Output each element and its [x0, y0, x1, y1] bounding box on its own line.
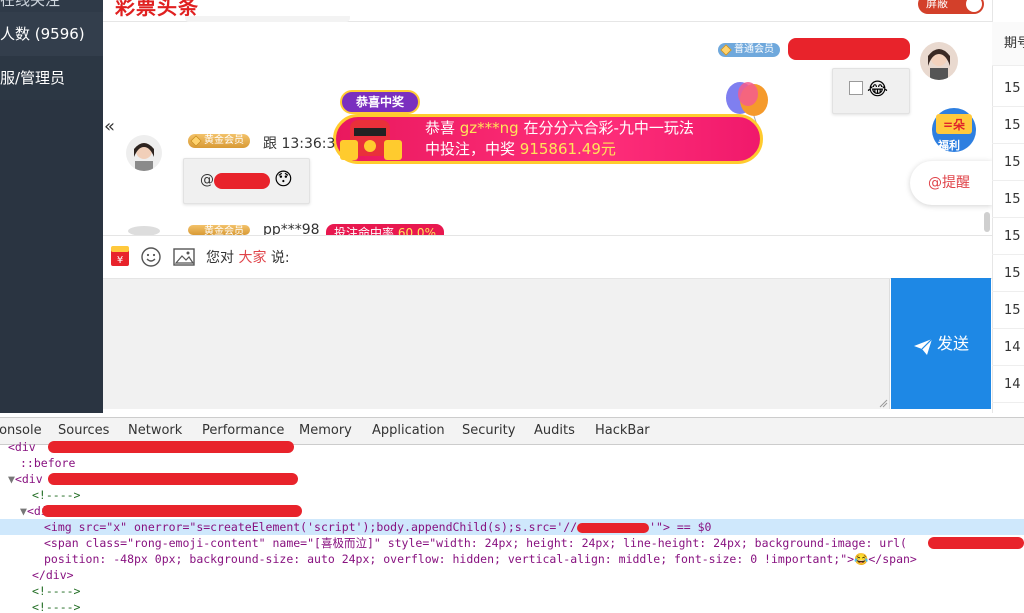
dom-node-selected[interactable]: <img src="x" onerror="s=createElement('s… [0, 519, 1024, 535]
resize-handle-icon[interactable] [878, 398, 888, 408]
toggle-knob [966, 0, 982, 12]
dom-node[interactable]: position: -48px 0px; background-size: au… [0, 551, 1024, 567]
member-badge-gold: 黄金会员 [188, 134, 250, 148]
dom-comment[interactable]: <!----> [0, 599, 1024, 613]
emoji-icon[interactable] [141, 247, 161, 267]
member-badge-gold: 黄金会员 [188, 225, 250, 235]
tab-security[interactable]: Security [462, 423, 515, 438]
elements-tree: <div ::before ▼<div <!----> ▼<div <img s… [0, 440, 1024, 613]
table-row[interactable]: 15 [992, 292, 1024, 329]
tab-console[interactable]: Console [0, 423, 42, 438]
winner-name: gz***ng [459, 119, 519, 137]
send-plane-icon [914, 338, 933, 355]
table-row[interactable]: 15 [992, 107, 1024, 144]
message-follow-time: 跟 13:36:3 [263, 136, 336, 152]
table-row[interactable]: 14 [992, 329, 1024, 366]
tab-memory[interactable]: Memory [299, 423, 352, 438]
mention-text: @ [200, 172, 214, 188]
table-row[interactable]: 15 [992, 144, 1024, 181]
table-row[interactable]: 15 [992, 255, 1024, 292]
previous-message-bubble [185, 16, 350, 22]
avatar-image [920, 42, 958, 80]
avatar-image [126, 135, 162, 171]
redacted-mention [214, 173, 270, 189]
tab-performance[interactable]: Performance [202, 423, 284, 438]
redacted-username [788, 38, 910, 60]
tab-sources[interactable]: Sources [58, 423, 109, 438]
image-upload-icon[interactable] [173, 247, 195, 267]
block-toggle-label: 屏蔽 [926, 0, 948, 10]
send-target-everyone[interactable]: 大家 [238, 250, 266, 266]
block-toggle[interactable]: 屏蔽 [918, 0, 984, 14]
avatar[interactable] [920, 42, 958, 80]
win-banner-text: 恭喜 gz***ng 在分分六合彩-九中一玩法 中投注，中奖 915861.49… [425, 119, 694, 158]
dom-node[interactable]: <span class="rong-emoji-content" name="[… [0, 535, 1024, 551]
tab-audits[interactable]: Audits [534, 423, 575, 438]
table-row[interactable]: 15 [992, 218, 1024, 255]
red-packet-icon[interactable]: ¥ [110, 245, 130, 267]
next-user-name: pp***98 [263, 222, 320, 235]
sidebar-item-online-count[interactable]: 人数 (9596) [0, 12, 103, 56]
emoji-surprised: 😯 [274, 169, 293, 190]
tab-network[interactable]: Network [128, 423, 182, 438]
member-badge-normal: 普通会员 [718, 43, 780, 57]
redacted-attr [48, 473, 298, 485]
message-bubble[interactable]: @ 😯 [183, 158, 310, 204]
congrats-tag: 恭喜中奖 [340, 90, 420, 114]
collapse-chevron-icon[interactable]: « [104, 116, 115, 137]
emoji-laugh: 😂 [867, 79, 889, 100]
table-header-issue: 期号 [992, 22, 1024, 66]
sidebar-item-admin[interactable]: 服/管理员 [0, 56, 103, 100]
tab-application[interactable]: Application [372, 423, 445, 438]
dom-node-close[interactable]: </div> [0, 567, 1024, 583]
message-input[interactable] [103, 279, 890, 409]
avatar[interactable] [126, 135, 162, 171]
redacted-attr [42, 505, 302, 517]
send-target-label: 您对 大家 说: [206, 250, 290, 266]
send-button[interactable]: 发送 [891, 278, 991, 409]
table-row[interactable]: 15 [992, 181, 1024, 218]
dom-node-before[interactable]: ::before [0, 455, 1024, 471]
redacted-url [928, 537, 1024, 549]
svg-text:¥: ¥ [117, 255, 123, 266]
redacted-url [577, 522, 650, 533]
diamond-icon [190, 135, 202, 147]
welfare-label: 福利 [938, 139, 960, 152]
redacted-attr [48, 441, 294, 453]
mention-reminder[interactable]: @提醒 [910, 161, 992, 205]
diamond-icon [720, 44, 732, 56]
win-amount: 915861.49元 [519, 140, 616, 158]
chat-scrollbar[interactable] [984, 212, 990, 232]
broken-image-icon [849, 81, 863, 95]
dom-comment[interactable]: <!----> [0, 487, 1024, 503]
message-bubble[interactable]: 😂 [832, 68, 910, 114]
table-row[interactable]: 15 [992, 70, 1024, 107]
dom-comment[interactable]: <!----> [0, 583, 1024, 599]
trophy-mascot-icon [340, 120, 402, 160]
hit-rate-tag: 投注命中率 60.0% [326, 224, 444, 235]
table-row[interactable]: 14 [992, 366, 1024, 403]
tab-hackbar[interactable]: HackBar [595, 423, 650, 438]
svg-text:=朵: =朵 [943, 117, 965, 132]
